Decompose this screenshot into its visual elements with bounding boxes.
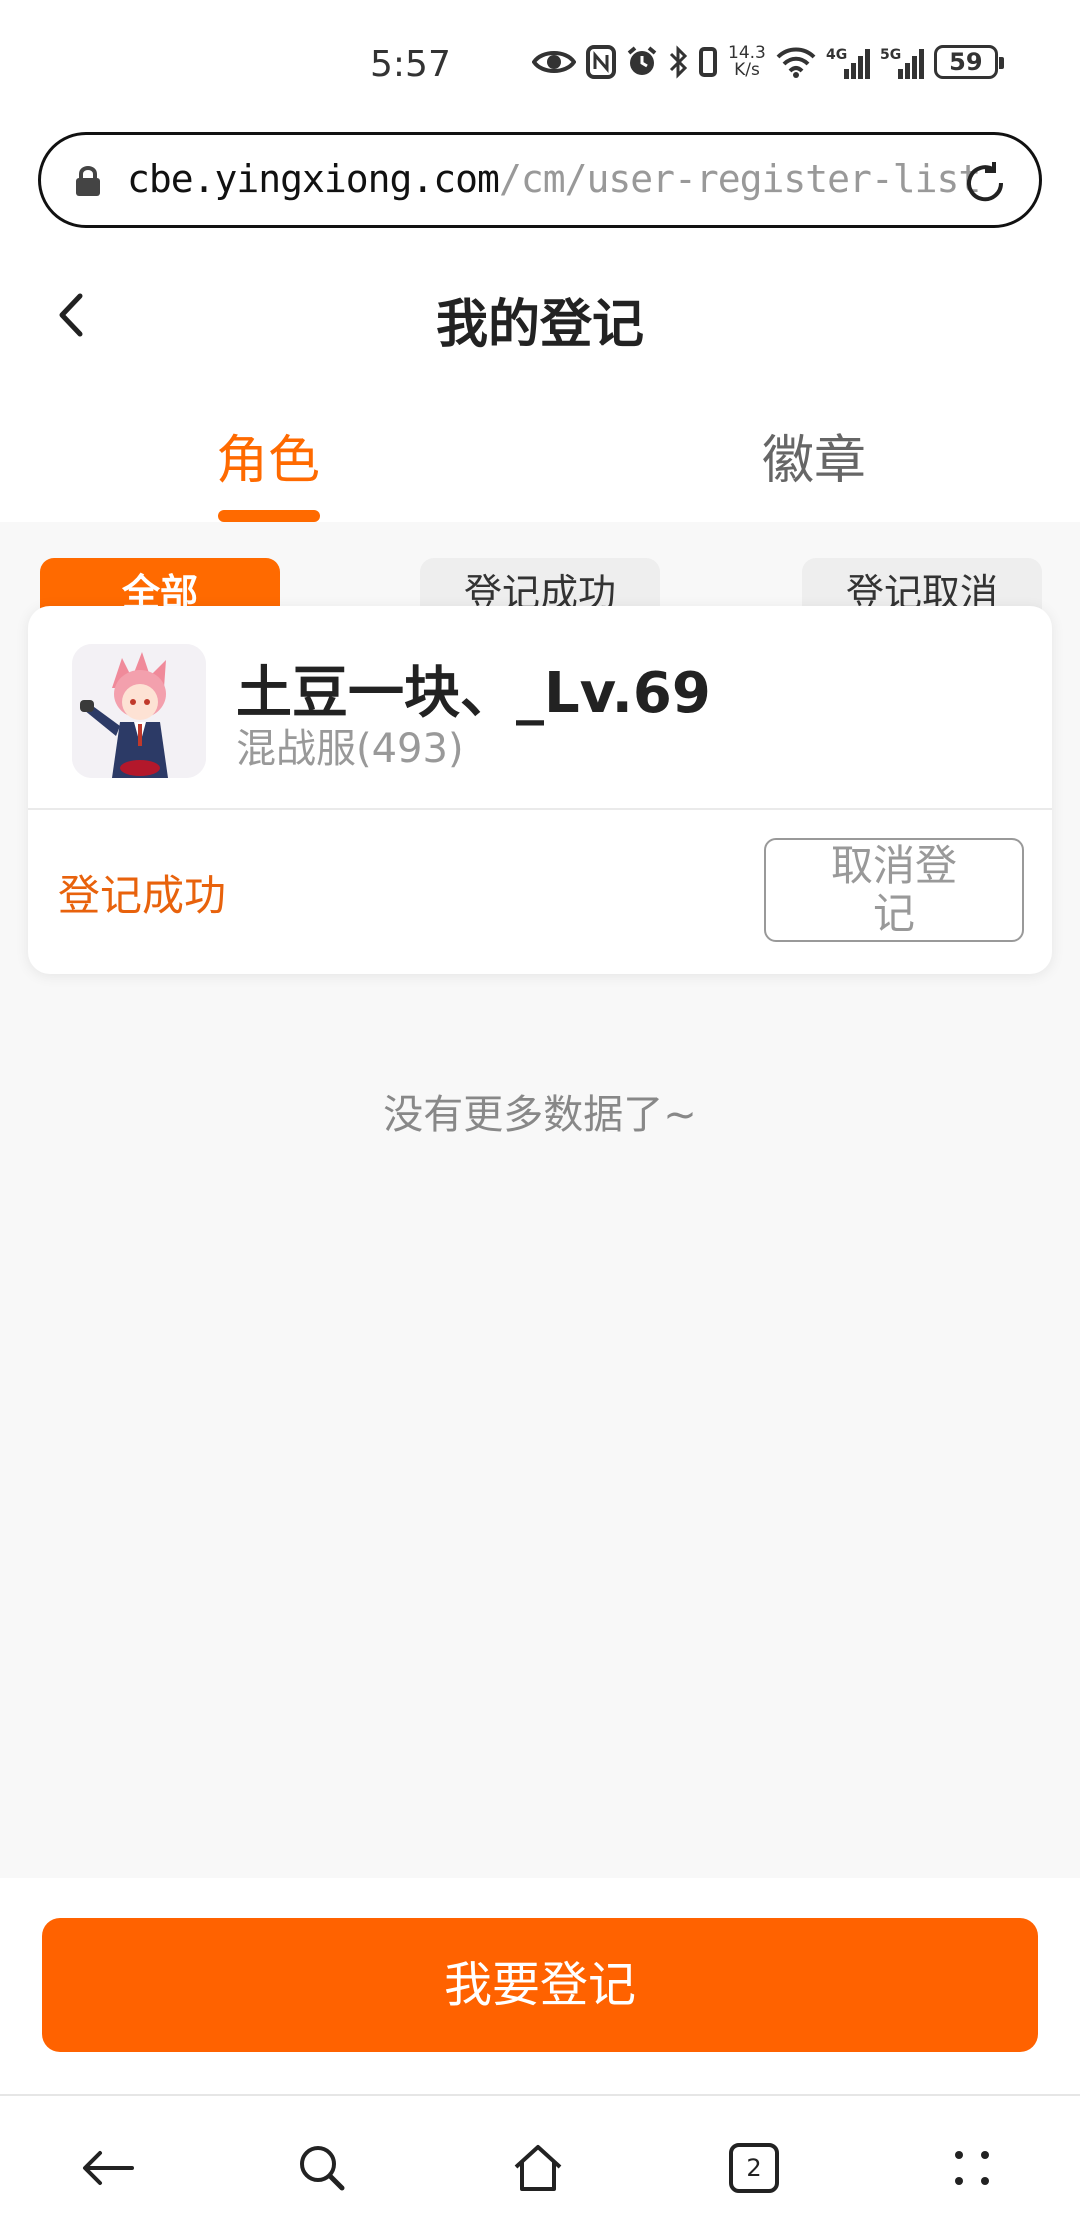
eye-icon xyxy=(532,51,576,73)
wifi-icon xyxy=(776,47,816,78)
character-portrait xyxy=(72,644,206,778)
net-speed-unit: K/s xyxy=(734,60,760,80)
battery-icon: 59 xyxy=(933,45,1004,79)
signal-4g-icon: 4G xyxy=(826,47,870,79)
svg-text:5G: 5G xyxy=(880,47,901,63)
nav-search-button[interactable] xyxy=(286,2132,358,2204)
nav-back-button[interactable] xyxy=(72,2132,144,2204)
battery-level: 59 xyxy=(949,48,983,76)
nav-more-button[interactable] xyxy=(936,2132,1008,2204)
nfc-icon xyxy=(586,45,616,79)
cancel-register-button[interactable]: 取消登记 xyxy=(764,838,1024,942)
register-card: 土豆一块、_Lv.69 混战服(493) 登记成功 取消登记 xyxy=(28,606,1052,974)
back-arrow-icon xyxy=(83,2151,134,2185)
net-speed: 14.3 K/s xyxy=(728,45,766,79)
page-title: 我的登记 xyxy=(435,295,644,355)
svg-text:4G: 4G xyxy=(826,47,847,63)
tab-role[interactable]: 角色 xyxy=(216,418,320,493)
tabs-count: 2 xyxy=(746,2154,762,2182)
url-path: /cm/user-register-list xyxy=(498,157,981,201)
character-server: 混战服(493) xyxy=(236,726,464,772)
url-text[interactable]: cbe.yingxiong.com/cm/user-register-list xyxy=(127,157,981,201)
reload-icon[interactable] xyxy=(961,159,1009,207)
lock-icon xyxy=(76,166,100,196)
search-icon xyxy=(300,2146,345,2191)
nav-home-button[interactable] xyxy=(502,2132,574,2204)
character-avatar xyxy=(72,644,206,778)
list-end-text: 没有更多数据了~ xyxy=(383,1092,697,1138)
tab-active-indicator xyxy=(218,510,320,522)
card-divider xyxy=(28,808,1052,810)
tabs-icon: 2 xyxy=(729,2143,779,2193)
status-bar: 5:57 14.3 K/s 4G 5G 59 xyxy=(0,0,1080,120)
address-bar[interactable]: cbe.yingxiong.com/cm/user-register-list xyxy=(38,132,1042,228)
status-time: 5:57 xyxy=(370,44,451,85)
status-icons: 14.3 K/s 4G 5G 59 xyxy=(532,40,1004,84)
alarm-icon xyxy=(627,46,657,75)
register-list[interactable]: 全部 登记成功 登记取消 土豆一块、_Lv.69 混战服(493) 登记成功 取… xyxy=(0,522,1080,1878)
bluetooth-icon xyxy=(669,45,688,79)
register-status: 登记成功 xyxy=(58,871,227,920)
browser-nav-bar: 2 xyxy=(0,2094,1080,2228)
url-host: cbe.yingxiong.com xyxy=(127,157,500,201)
signal-5g-icon: 5G xyxy=(880,47,924,79)
home-icon xyxy=(514,2145,562,2191)
vibrate-icon xyxy=(699,47,717,77)
register-button[interactable]: 我要登记 xyxy=(42,1918,1038,2052)
nav-tabs-button[interactable]: 2 xyxy=(718,2132,790,2204)
more-dots-icon xyxy=(955,2151,989,2185)
tab-badge[interactable]: 徽章 xyxy=(762,418,866,493)
